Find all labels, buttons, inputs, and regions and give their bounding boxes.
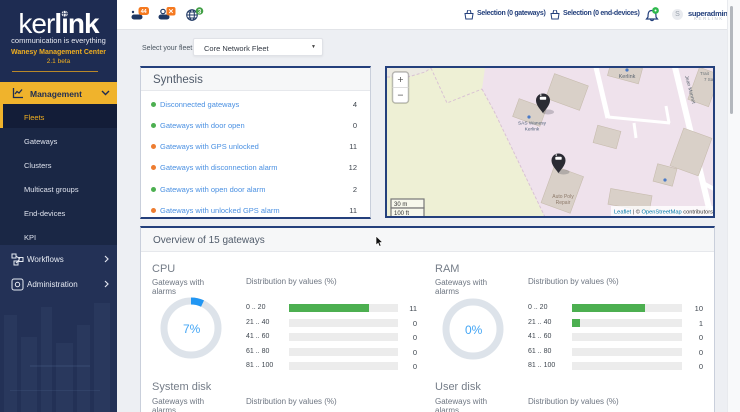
- svg-text:Leaflet | © OpenStreetMap cont: Leaflet | © OpenStreetMap contributors: [614, 209, 713, 216]
- svg-text:Repair: Repair: [556, 200, 571, 206]
- svg-text:100 ft: 100 ft: [394, 211, 409, 216]
- svg-text:−: −: [397, 90, 403, 102]
- svg-text:44: 44: [141, 9, 147, 15]
- svg-text:SAS Wanesy: SAS Wanesy: [518, 121, 547, 127]
- svg-text:30 m: 30 m: [394, 202, 407, 208]
- svg-text:Kerlink: Kerlink: [619, 74, 636, 80]
- svg-text:✕: ✕: [168, 9, 174, 16]
- svg-text:Kerlink: Kerlink: [525, 127, 540, 133]
- svg-text:+: +: [397, 74, 403, 86]
- svg-text:Trait: Trait: [700, 71, 710, 76]
- svg-text:7 Sali: 7 Sali: [704, 77, 713, 82]
